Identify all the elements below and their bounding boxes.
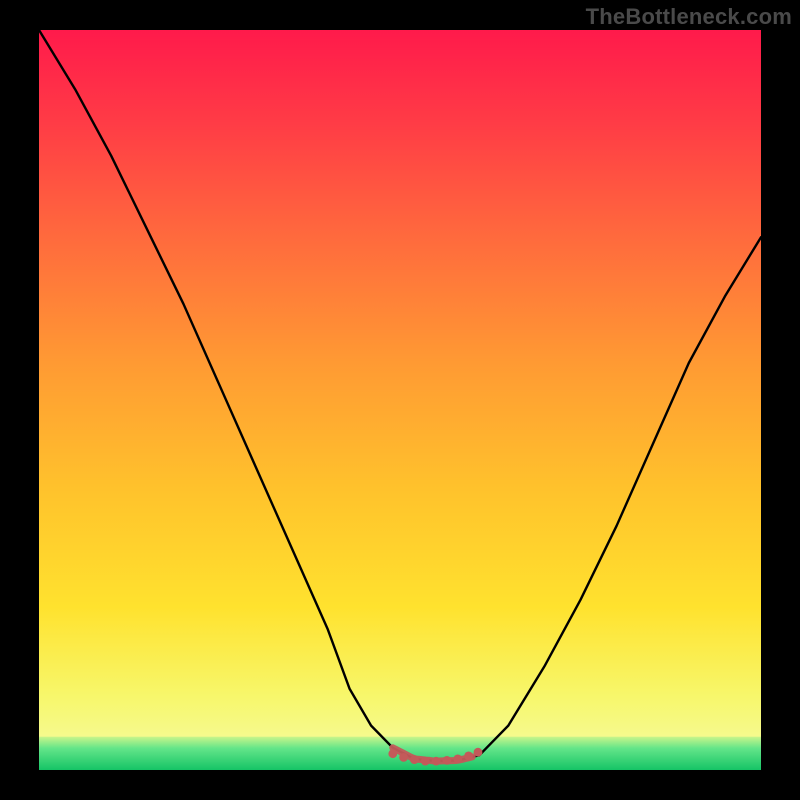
trough-dot — [443, 756, 452, 765]
trough-dot — [453, 755, 462, 764]
watermark-text: TheBottleneck.com — [586, 4, 792, 30]
bottleneck-chart — [0, 0, 800, 800]
trough-dot — [432, 757, 441, 766]
trough-dot — [410, 755, 419, 764]
trough-dot — [421, 757, 430, 766]
plot-area — [39, 30, 761, 770]
trough-dot — [388, 749, 397, 758]
trough-dot — [474, 748, 483, 757]
chart-frame: TheBottleneck.com — [0, 0, 800, 800]
trough-dot — [464, 752, 473, 761]
trough-dot — [399, 753, 408, 762]
gradient-background — [39, 30, 761, 770]
